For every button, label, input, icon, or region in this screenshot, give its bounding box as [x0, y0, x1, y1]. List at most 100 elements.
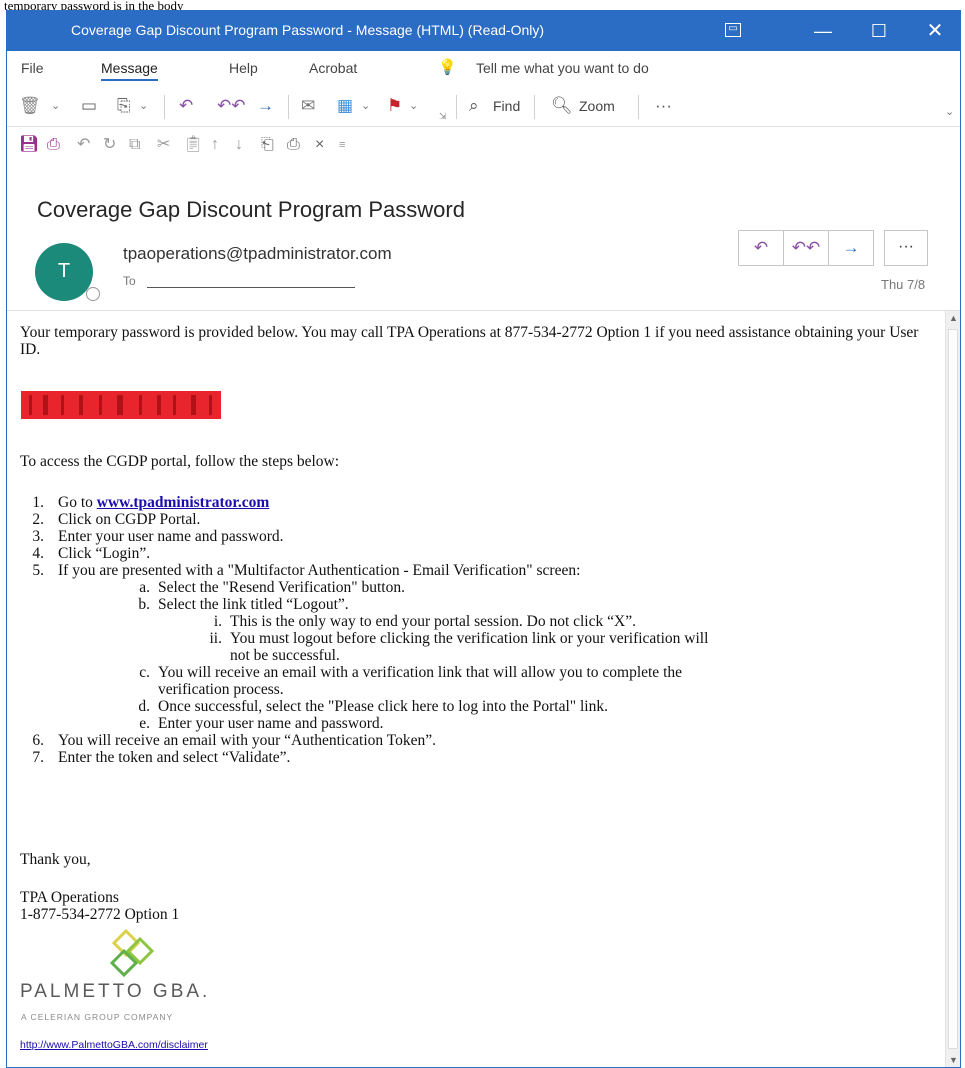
print-preview-icon[interactable]: ⎗	[261, 136, 274, 154]
ribbon-separator	[638, 95, 639, 119]
step-text: Enter your user name and password.	[158, 715, 384, 732]
list-item: 2. Click on CGDP Portal.	[20, 511, 935, 528]
list-marker: 7.	[32, 749, 44, 766]
categorize-dropdown-chevron-icon[interactable]: ⌄	[361, 93, 370, 119]
step-text: Once successful, select the "Please clic…	[158, 698, 608, 715]
more-commands-button[interactable]: ···	[655, 93, 672, 119]
zoom-magnifier-icon[interactable]: 🔍︎	[551, 93, 573, 119]
cut-icon[interactable]: ✂	[157, 136, 170, 154]
signature-name: TPA Operations	[20, 889, 119, 906]
sender-avatar[interactable]: T	[35, 243, 93, 301]
find-button-label[interactable]: Find	[493, 93, 520, 119]
reply-icon[interactable]: ↶	[179, 93, 193, 119]
step-text: You must logout before clicking the veri…	[230, 630, 709, 647]
lightbulb-icon: 💡	[438, 59, 457, 76]
list-marker: 4.	[32, 545, 44, 562]
steps-intro: To access the CGDP portal, follow the st…	[20, 453, 340, 470]
move-dropdown-chevron-icon[interactable]: ⌄	[139, 93, 148, 119]
scroll-down-arrow-icon[interactable]: ▼	[949, 1055, 958, 1065]
header-divider	[7, 310, 960, 311]
save-icon[interactable]: 💾︎	[19, 136, 39, 154]
forward-button[interactable]: →	[829, 231, 873, 265]
list-item: 4. Click “Login”.	[20, 545, 935, 562]
categorize-icon[interactable]: ▦	[337, 93, 353, 119]
list-item: i. This is the only way to end your port…	[20, 613, 935, 630]
ribbon-expand-chevron-icon[interactable]: ⌄	[945, 99, 954, 125]
menu-help[interactable]: Help	[229, 60, 258, 76]
forward-icon[interactable]: →	[257, 93, 274, 119]
list-item: c. You will receive an email with a veri…	[20, 664, 935, 681]
form-icon[interactable]: ⎙	[47, 136, 60, 154]
tpadministrator-link[interactable]: www.tpadministrator.com	[97, 494, 270, 511]
step-text: Enter your user name and password.	[58, 528, 284, 545]
undo-icon[interactable]: ↶	[77, 136, 90, 154]
scrollbar-thumb[interactable]	[948, 329, 958, 1049]
window-title: Coverage Gap Discount Program Password -…	[71, 22, 545, 38]
archive-icon[interactable]: ▭	[81, 93, 97, 119]
reply-all-icon[interactable]: ↶↶	[217, 93, 246, 119]
list-item: not be successful.	[20, 647, 935, 664]
up-arrow-icon[interactable]: ↑	[211, 136, 219, 154]
flag-icon[interactable]: ⚑	[387, 93, 402, 119]
list-item: ii. You must logout before clicking the …	[20, 630, 935, 647]
quick-steps-icon[interactable]: ✉	[301, 93, 315, 119]
copy-icon[interactable]: ⧉	[129, 136, 140, 154]
menu-message[interactable]: Message	[101, 60, 158, 81]
list-marker: 6.	[32, 732, 44, 749]
reply-button[interactable]: ↶	[739, 231, 784, 265]
move-icon[interactable]: ⎘	[117, 93, 131, 119]
more-actions-button[interactable]: ···	[884, 230, 928, 266]
disclaimer-link[interactable]: http://www.PalmettoGBA.com/disclaimer	[20, 1037, 208, 1054]
step-text: You will receive an email with a verific…	[158, 664, 683, 681]
reply-all-button[interactable]: ↶↶	[784, 231, 829, 265]
scroll-up-arrow-icon[interactable]: ▲	[949, 313, 958, 323]
menu-acrobat[interactable]: Acrobat	[309, 60, 357, 76]
step-text: Select the "Resend Verification" button.	[158, 579, 405, 596]
quick-access-toolbar: 💾︎ ⎙ ↶ ↻ ⧉ ✂ 📋︎ ↑ ↓ ⎗ ⎙ × ≡	[7, 127, 960, 163]
list-marker: c.	[139, 664, 150, 681]
list-item: 1. Go to www.tpadministrator.com	[20, 494, 935, 511]
presence-status-icon	[86, 287, 100, 301]
delete-dropdown-chevron-icon[interactable]: ⌄	[51, 93, 60, 119]
palmetto-leaf-mark-icon	[109, 928, 155, 978]
print-icon[interactable]: ⎙	[287, 136, 300, 154]
delete-x-icon[interactable]: ×	[315, 136, 324, 154]
step-text: Enter the token and select “Validate”.	[58, 749, 291, 766]
zoom-button-label[interactable]: Zoom	[579, 93, 615, 119]
list-item: b. Select the link titled “Logout”.	[20, 596, 935, 613]
list-marker: b.	[138, 596, 150, 613]
step-text: Go to	[58, 494, 97, 511]
down-arrow-icon[interactable]: ↓	[235, 136, 243, 154]
list-marker: d.	[138, 698, 150, 715]
paste-icon[interactable]: 📋︎	[183, 136, 203, 154]
ribbon-display-options-icon[interactable]: ▭	[725, 23, 741, 37]
ribbon-separator	[288, 95, 289, 119]
list-item: 3. Enter your user name and password.	[20, 528, 935, 545]
list-item: 7. Enter the token and select “Validate”…	[20, 749, 935, 766]
customize-qat-chevron-icon[interactable]: ≡	[339, 136, 345, 154]
step-text: verification process.	[158, 681, 284, 698]
vertical-scrollbar[interactable]: ▲ ▼	[945, 311, 960, 1067]
list-marker: 3.	[32, 528, 44, 545]
list-marker: a.	[139, 579, 150, 596]
list-item: a. Select the "Resend Verification" butt…	[20, 579, 935, 596]
menu-file[interactable]: File	[21, 60, 44, 76]
find-search-icon[interactable]: ⌕	[469, 93, 479, 119]
maximize-button[interactable]: ☐	[851, 11, 907, 51]
redo-icon[interactable]: ↻	[103, 136, 116, 154]
list-item: verification process.	[20, 681, 935, 698]
list-marker: e.	[139, 715, 150, 732]
delete-icon[interactable]: 🗑	[19, 93, 41, 119]
message-subject: Coverage Gap Discount Program Password	[37, 197, 465, 222]
to-label: To	[123, 274, 136, 288]
message-actions-group: ↶ ↶↶ →	[738, 230, 874, 266]
ribbon-separator	[456, 95, 457, 119]
step-text: You will receive an email with your “Aut…	[58, 732, 437, 749]
tell-me-search[interactable]: Tell me what you want to do	[476, 60, 649, 76]
flag-dropdown-chevron-icon[interactable]: ⌄	[409, 93, 418, 119]
minimize-button[interactable]: —	[795, 11, 851, 51]
close-button[interactable]: ✕	[907, 11, 960, 51]
sender-address[interactable]: tpaoperations@tpadministrator.com	[123, 244, 392, 264]
dialog-launcher-icon[interactable]: ⇲	[439, 103, 447, 129]
list-marker: i.	[213, 613, 222, 630]
